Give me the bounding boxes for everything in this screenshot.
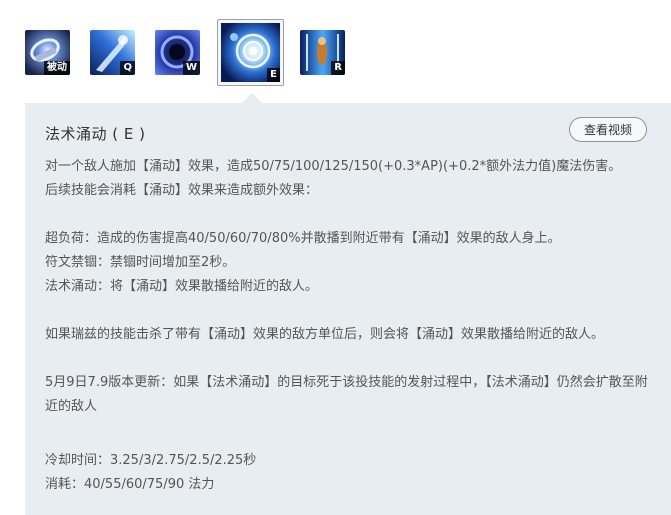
skill-passive-button[interactable]: 被动 — [25, 30, 70, 75]
skill-key-label: Q — [120, 61, 135, 75]
description-line: 符文禁锢：禁锢时间增加至2秒。 — [45, 255, 236, 270]
skill-q-button[interactable]: Q — [90, 30, 135, 75]
skill-key-label: R — [331, 61, 345, 75]
skill-selector: 被动 Q W E R — [0, 0, 671, 100]
description-line: 超负荷：造成的伤害提高40/50/60/70/80%并散播到附近带有【涌动】效果… — [45, 231, 561, 246]
description-line: 法术涌动：将【涌动】效果散播给附近的敌人。 — [45, 279, 319, 294]
skill-key-label: W — [182, 61, 200, 75]
skill-description: 对一个敌人施加【涌动】效果，造成50/75/100/125/150(+0.3*A… — [45, 155, 655, 497]
skill-w-button[interactable]: W — [155, 30, 200, 75]
skill-r-button[interactable]: R — [300, 30, 345, 75]
skill-key-label: 被动 — [44, 61, 70, 75]
skill-e-button[interactable]: E — [217, 19, 284, 86]
selected-skill-pointer — [242, 93, 262, 103]
description-line: 如果瑞兹的技能击杀了带有【涌动】效果的敌方单位后，则会将【涌动】效果散播给附近的… — [45, 327, 605, 342]
cooldown-line: 冷却时间：3.25/3/2.75/2.5/2.25秒 — [45, 453, 257, 468]
skill-key-label: E — [267, 68, 280, 82]
description-line: 对一个敌人施加【涌动】效果，造成50/75/100/125/150(+0.3*A… — [45, 159, 622, 174]
skill-title: 法术涌动 ( E ) — [45, 125, 146, 143]
description-line: 5月9日7.9版本更新：如果【法术涌动】的目标死于该投技能的发射过程中，【法术涌… — [45, 375, 648, 414]
view-video-button[interactable]: 查看视频 — [569, 117, 647, 142]
description-line: 后续技能会消耗【涌动】效果来造成额外效果： — [45, 183, 319, 198]
cost-line: 消耗：40/55/60/75/90 法力 — [45, 477, 215, 492]
skill-detail-panel: 法术涌动 ( E ) 查看视频 对一个敌人施加【涌动】效果，造成50/75/10… — [25, 103, 671, 515]
